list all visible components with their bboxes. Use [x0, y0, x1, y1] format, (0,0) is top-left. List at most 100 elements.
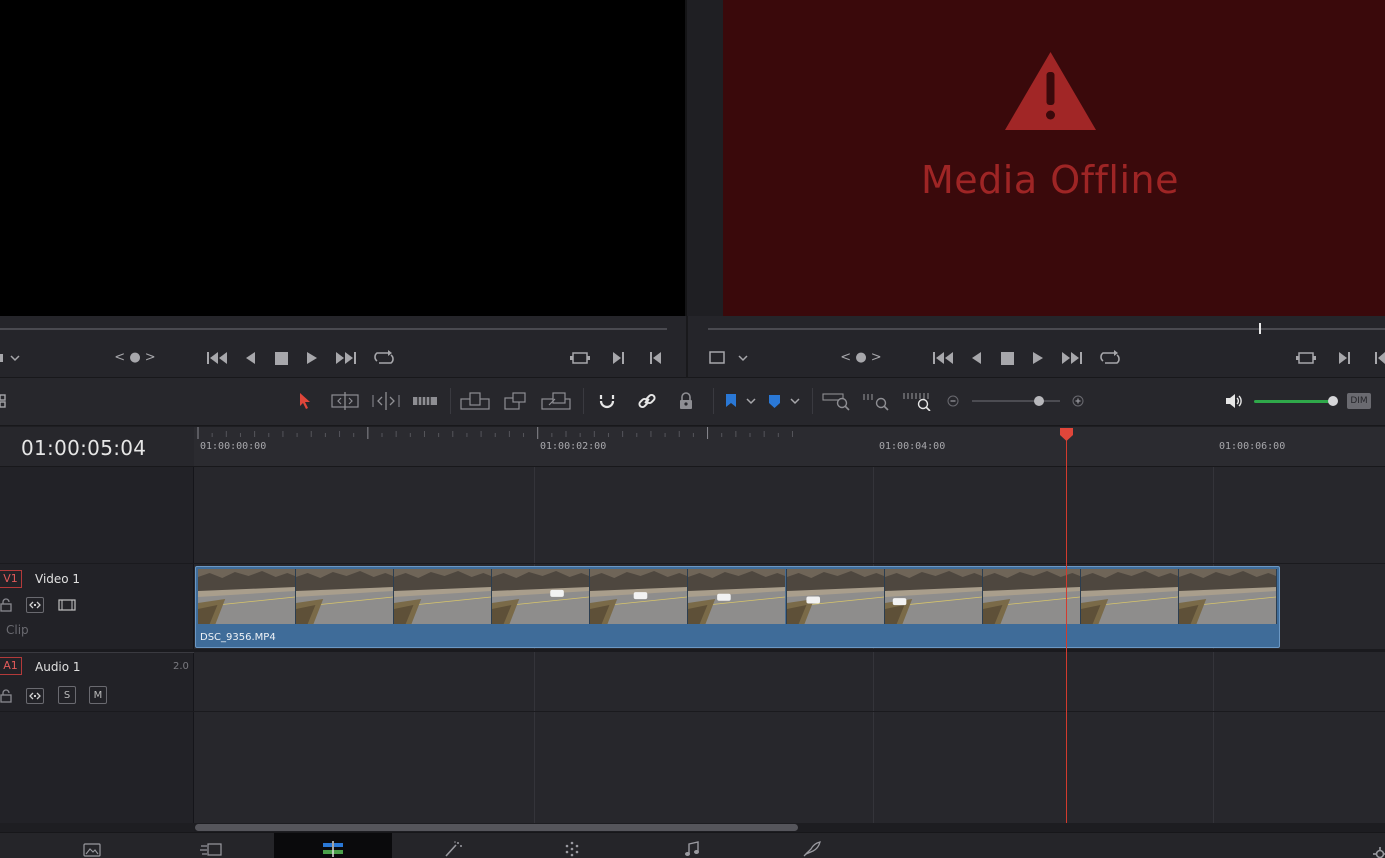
fairlight-page-icon[interactable] — [633, 833, 751, 858]
mark-in-icon[interactable] — [646, 349, 664, 367]
mark-in-icon[interactable] — [1372, 349, 1385, 367]
loop-icon[interactable] — [1098, 349, 1122, 367]
media-page-icon[interactable] — [33, 833, 151, 858]
match-frame-icon[interactable] — [1294, 349, 1318, 367]
track-separator — [0, 649, 1385, 652]
clip-thumbnail — [394, 569, 493, 624]
timeline-scrub-handle[interactable] — [1259, 323, 1261, 334]
dynamic-trim-icon[interactable] — [371, 390, 401, 412]
clip-thumbnail — [1178, 569, 1278, 624]
source-viewer[interactable] — [0, 0, 685, 316]
transport-bar — [0, 316, 1385, 378]
stop-icon[interactable] — [998, 349, 1016, 367]
insert-icon[interactable] — [460, 390, 490, 412]
step-back-icon[interactable] — [967, 349, 985, 367]
toolbar-divider — [812, 388, 813, 414]
loop-icon[interactable] — [372, 349, 396, 367]
auto-track-select-icon[interactable] — [26, 597, 44, 613]
clip-thumbnail — [688, 569, 787, 624]
audio-track-id[interactable]: A1 — [0, 657, 22, 675]
position-lock-icon[interactable] — [676, 390, 696, 412]
clip-thumbnail — [884, 569, 983, 624]
dim-button[interactable]: DIM — [1347, 393, 1371, 409]
collapse-icon[interactable] — [1322, 850, 1336, 858]
zoom-full-icon[interactable] — [822, 390, 852, 412]
solo-button[interactable]: S — [58, 686, 76, 704]
zoom-custom-icon[interactable] — [902, 390, 932, 412]
zoom-in-icon[interactable] — [1071, 390, 1085, 412]
selection-icon[interactable] — [295, 390, 315, 412]
settings-gear-icon[interactable] — [1373, 846, 1385, 858]
source-scrub-bar[interactable] — [0, 328, 667, 330]
clip-thumbnail — [492, 569, 591, 624]
audio-track-name[interactable]: Audio 1 — [35, 660, 81, 674]
toolbar-divider — [583, 388, 584, 414]
layout-icon[interactable] — [0, 390, 8, 412]
warning-icon — [1005, 52, 1096, 130]
jump-start-icon[interactable] — [931, 349, 955, 367]
track-visibility-icon[interactable] — [58, 597, 76, 613]
zoom-detail-icon[interactable] — [862, 390, 892, 412]
clip-count-label: Clip — [6, 623, 29, 637]
cut-page-icon[interactable] — [152, 833, 270, 858]
auto-track-select-icon[interactable] — [26, 688, 44, 704]
jump-end-icon[interactable] — [1060, 349, 1084, 367]
zoom-slider[interactable] — [972, 400, 1060, 402]
trim-icon[interactable] — [330, 390, 360, 412]
mark-out-icon[interactable] — [609, 349, 627, 367]
ruler-label: 01:00:02:00 — [540, 441, 607, 452]
toolbar-divider — [713, 388, 714, 414]
clip-thumbnail — [296, 569, 395, 624]
jump-end-icon[interactable] — [334, 349, 358, 367]
flag-icon[interactable] — [722, 390, 758, 412]
clip-thumbnail — [1080, 569, 1179, 624]
color-page-icon[interactable] — [513, 833, 631, 858]
deliver-page-icon[interactable] — [753, 833, 871, 858]
overwrite-icon[interactable] — [502, 390, 530, 412]
ruler-label: 01:00:04:00 — [879, 441, 946, 452]
viewer-options-icon[interactable] — [706, 349, 750, 367]
fusion-page-icon[interactable] — [394, 833, 512, 858]
play-icon[interactable] — [1029, 349, 1047, 367]
clip-thumbnails — [198, 569, 1278, 624]
video-track-id[interactable]: V1 — [0, 570, 22, 588]
snapping-icon[interactable] — [596, 390, 618, 412]
marker-icon[interactable] — [766, 390, 802, 412]
zoom-out-icon[interactable] — [946, 390, 960, 412]
mute-button[interactable]: M — [89, 686, 107, 704]
clip-name: DSC_9356.MP4 — [200, 632, 276, 643]
linked-selection-icon[interactable] — [636, 390, 658, 412]
zoom-slider-handle[interactable] — [1034, 396, 1044, 406]
volume-slider-handle[interactable] — [1328, 396, 1338, 406]
replace-icon[interactable] — [540, 390, 572, 412]
playhead-line[interactable] — [1066, 437, 1067, 823]
mark-out-icon[interactable] — [1335, 349, 1353, 367]
speaker-icon[interactable] — [1224, 390, 1244, 412]
lock-icon[interactable] — [0, 688, 12, 707]
source-viewer-options-icon[interactable] — [0, 349, 24, 367]
timeline-scrub-bar[interactable] — [708, 328, 1385, 330]
timeline-jog-control[interactable]: < ● > — [838, 349, 884, 367]
track-separator — [0, 563, 1385, 564]
track-headers — [0, 467, 194, 823]
lock-icon[interactable] — [0, 597, 12, 616]
playhead-handle[interactable] — [1059, 427, 1074, 446]
volume-slider[interactable] — [1254, 400, 1334, 403]
edit-page-icon[interactable] — [274, 833, 392, 858]
scrollbar-thumb[interactable] — [195, 824, 798, 831]
track-separator — [0, 711, 1385, 712]
play-icon[interactable] — [303, 349, 321, 367]
timeline-ruler[interactable] — [194, 427, 1385, 467]
match-frame-icon[interactable] — [568, 349, 592, 367]
media-offline-label: Media Offline — [921, 158, 1179, 202]
video-track-name[interactable]: Video 1 — [35, 572, 80, 586]
timeline-timecode[interactable]: 01:00:05:04 — [21, 436, 146, 460]
video-clip[interactable]: DSC_9356.MP4 — [195, 566, 1280, 648]
source-jog-control[interactable]: < ● > — [112, 349, 158, 367]
stop-icon[interactable] — [272, 349, 290, 367]
blade-icon[interactable] — [411, 390, 439, 412]
jump-start-icon[interactable] — [205, 349, 229, 367]
ruler-label: 01:00:00:00 — [200, 441, 267, 452]
viewer-divider — [685, 0, 723, 316]
step-back-icon[interactable] — [241, 349, 259, 367]
